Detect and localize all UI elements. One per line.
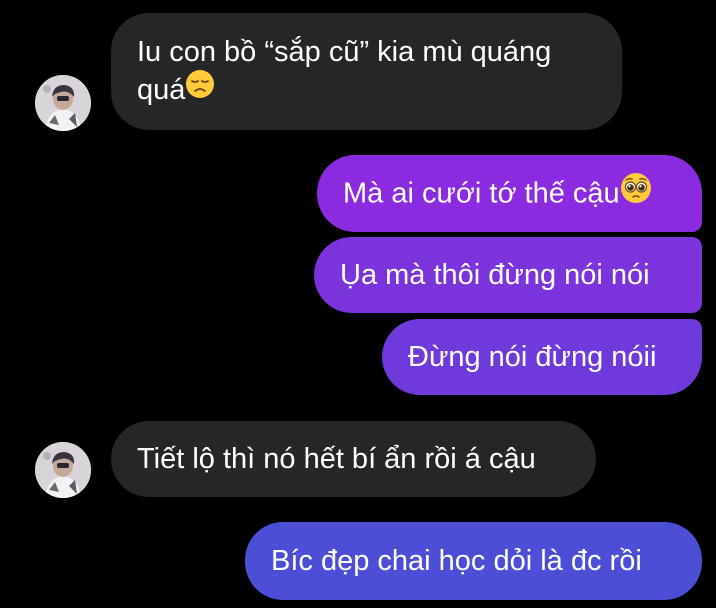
avatar-photo-icon xyxy=(35,442,91,498)
message-text: Ụa mà thôi đừng nói nói xyxy=(340,259,650,291)
contact-avatar[interactable] xyxy=(35,75,91,131)
message-text: Iu con bồ “sắp cũ” kia mù quáng xyxy=(137,36,552,68)
message-text-line2: quá xyxy=(137,69,596,111)
message-text: Đừng nói đừng nóii xyxy=(408,341,657,373)
pleading-face-emoji-icon xyxy=(620,172,652,214)
message-text: Mà ai cưới tớ thế cậu xyxy=(343,177,620,210)
disappointed-face-emoji-icon xyxy=(185,69,215,109)
message-bubble-incoming[interactable]: Iu con bồ “sắp cũ” kia mù quáng quá xyxy=(111,13,622,130)
message-bubble-outgoing[interactable]: Ụa mà thôi đừng nói nói xyxy=(314,237,702,313)
message-bubble-outgoing[interactable]: Bíc đẹp chai học dỏi là đc rồi xyxy=(245,522,702,600)
message-text: Tiết lộ thì nó hết bí ẩn rồi á cậu xyxy=(137,443,536,475)
contact-avatar[interactable] xyxy=(35,442,91,498)
message-bubble-incoming[interactable]: Tiết lộ thì nó hết bí ẩn rồi á cậu xyxy=(111,421,596,497)
message-bubble-outgoing[interactable]: Mà ai cưới tớ thế cậu xyxy=(317,155,702,232)
message-bubble-outgoing[interactable]: Đừng nói đừng nóii xyxy=(382,319,702,395)
message-text: Bíc đẹp chai học dỏi là đc rồi xyxy=(271,545,642,577)
avatar-photo-icon xyxy=(35,75,91,131)
